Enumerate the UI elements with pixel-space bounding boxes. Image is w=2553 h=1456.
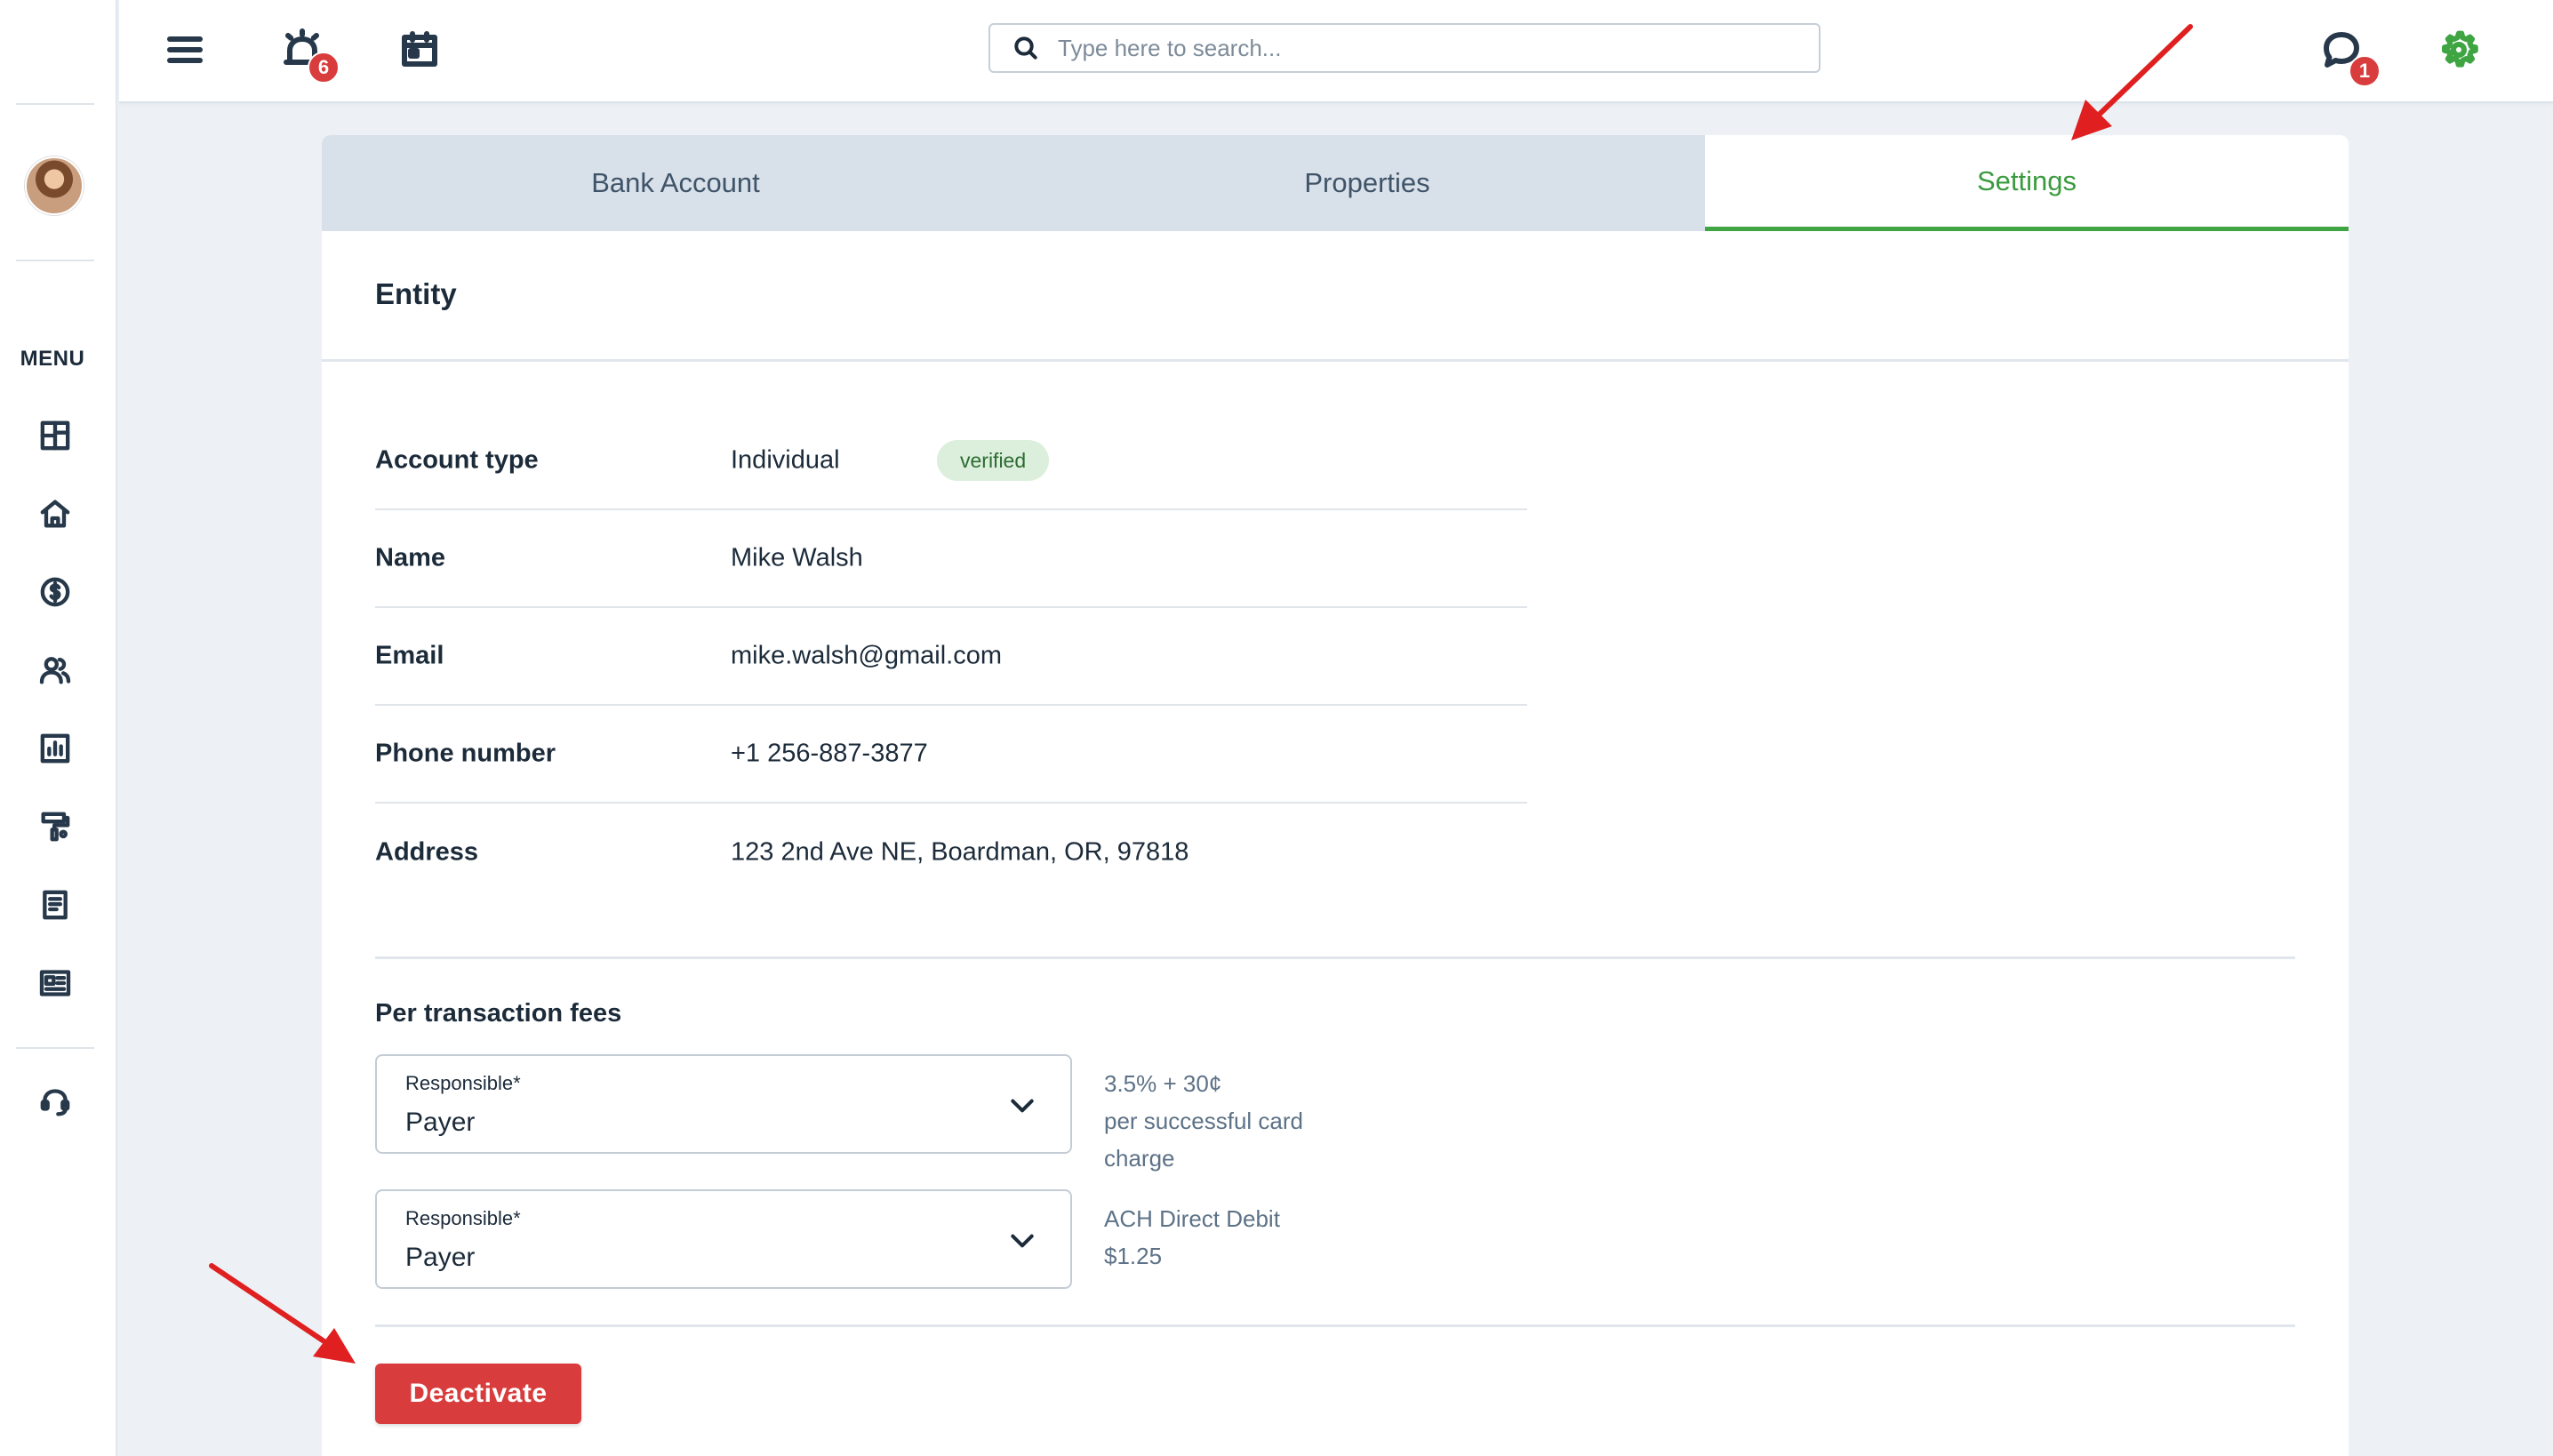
phone-label: Phone number [375, 739, 556, 768]
entity-divider [322, 359, 2349, 362]
search-icon [1014, 36, 1037, 60]
settings-card: Bank Account Properties Settings Entity … [322, 135, 2349, 1456]
alerts-count-badge: 6 [308, 52, 340, 84]
name-row: Name Mike Walsh [375, 510, 1527, 608]
card-fee-responsible-select[interactable]: Responsible* Payer [375, 1054, 1072, 1154]
ach-fee-select-value: Payer [405, 1243, 476, 1272]
actions-divider [375, 1324, 2295, 1327]
search-input[interactable] [1058, 34, 1769, 62]
sidebar: MENU [0, 0, 117, 1456]
tab-settings[interactable]: Settings [1705, 135, 2349, 231]
hamburger-menu-icon[interactable] [158, 23, 212, 76]
account-type-row: Account type Individual verified [375, 412, 1527, 510]
ach-fee-note-line: ACH Direct Debit [1104, 1205, 1280, 1232]
ach-fee-responsible-select[interactable]: Responsible* Payer [375, 1189, 1072, 1289]
sidebar-divider [16, 1047, 94, 1049]
verified-badge: verified [937, 440, 1050, 481]
deactivate-button[interactable]: Deactivate [375, 1364, 581, 1424]
menu-label: MENU [20, 347, 85, 371]
users-icon[interactable] [36, 651, 75, 690]
listing-icon[interactable] [36, 964, 75, 1003]
card-fee-note: 3.5% + 30¢ per successful card charge [1104, 1065, 1303, 1177]
card-fee-note-line: per successful card [1104, 1108, 1303, 1134]
settings-gear-icon[interactable] [2432, 23, 2485, 76]
entity-heading: Entity [375, 277, 457, 310]
address-row: Address 123 2nd Ave NE, Boardman, OR, 97… [375, 804, 1527, 901]
email-value: mike.walsh@gmail.com [731, 641, 1003, 670]
card-fee-select-value: Payer [405, 1108, 476, 1137]
document-icon[interactable] [36, 885, 75, 924]
dollar-icon[interactable] [36, 572, 75, 612]
dashboard-icon[interactable] [36, 416, 75, 455]
calendar-icon[interactable] [393, 23, 446, 76]
sidebar-divider [16, 260, 94, 261]
card-fee-note-line: 3.5% + 30¢ [1104, 1070, 1222, 1097]
top-bar: 6 1 [119, 0, 2553, 103]
headset-icon[interactable] [36, 1083, 75, 1122]
email-label: Email [375, 641, 444, 670]
name-label: Name [375, 543, 445, 572]
address-value: 123 2nd Ave NE, Boardman, OR, 97818 [731, 837, 1189, 867]
name-value: Mike Walsh [731, 543, 863, 572]
ach-fee-select-label: Responsible* [405, 1207, 521, 1229]
ach-fee-note: ACH Direct Debit $1.25 [1104, 1200, 1280, 1275]
phone-value: +1 256-887-3877 [731, 739, 928, 768]
tab-bar: Bank Account Properties Settings [322, 135, 2349, 231]
card-fee-select-label: Responsible* [405, 1072, 521, 1094]
chevron-down-icon [1011, 1099, 1034, 1113]
tab-bank-account[interactable]: Bank Account [322, 135, 1029, 231]
fees-heading: Per transaction fees [375, 999, 622, 1028]
sidebar-divider [16, 103, 94, 105]
card-fee-note-line: charge [1104, 1145, 1175, 1172]
chevron-down-icon [1011, 1234, 1034, 1248]
account-type-label: Account type [375, 445, 539, 475]
address-label: Address [375, 837, 479, 867]
search-bar[interactable] [988, 23, 1821, 73]
chat-icon[interactable]: 1 [2315, 23, 2381, 87]
home-icon[interactable] [36, 494, 75, 533]
messages-count-badge: 1 [2349, 55, 2381, 87]
alarm-bell-icon[interactable]: 6 [276, 23, 340, 84]
ach-fee-note-line: $1.25 [1104, 1243, 1163, 1269]
fees-divider [375, 956, 2295, 959]
tab-properties[interactable]: Properties [1029, 135, 1705, 231]
account-type-value: Individual [731, 445, 840, 475]
avatar[interactable] [25, 156, 84, 215]
email-row: Email mike.walsh@gmail.com [375, 608, 1527, 706]
reports-icon[interactable] [36, 729, 75, 768]
phone-row: Phone number +1 256-887-3877 [375, 706, 1527, 804]
maintenance-icon[interactable] [36, 807, 75, 846]
